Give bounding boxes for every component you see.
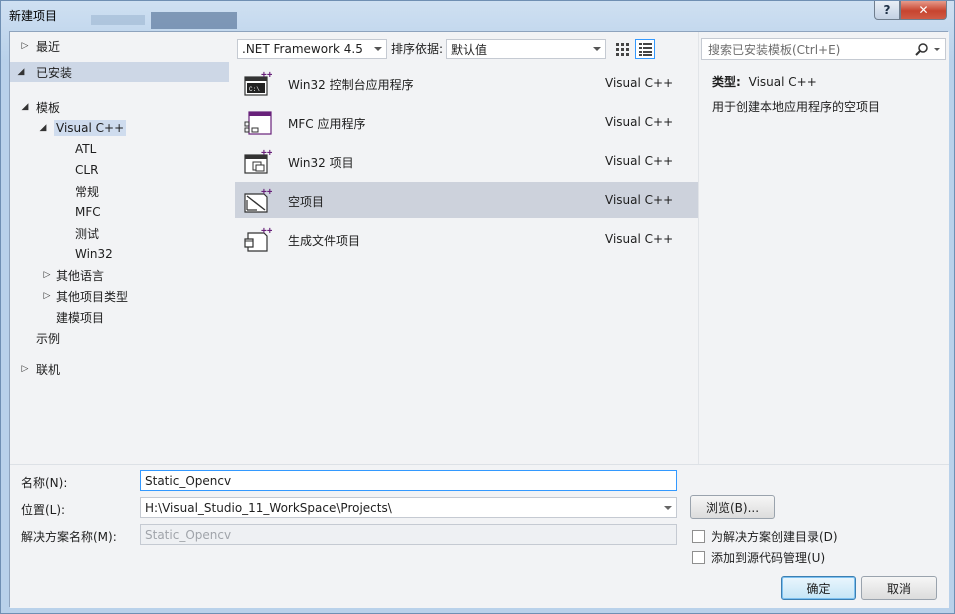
dialog-client: ▷ 最近 ◢ 已安装 ◢ 模板 ◢ Visual C++ ATL CLR 常规 … xyxy=(9,31,949,608)
tree-item-recent[interactable]: ▷ 最近 xyxy=(18,36,60,56)
name-label: 名称(N): xyxy=(21,476,68,490)
small-icons-view-button[interactable] xyxy=(612,39,632,59)
template-description: 用于创建本地应用程序的空项目 xyxy=(712,100,881,114)
win32-project-icon: ++ xyxy=(244,148,272,174)
ok-button[interactable]: 确定 xyxy=(781,576,856,600)
template-item-mfc[interactable]: MFC 应用程序 Visual C++ xyxy=(235,104,698,140)
list-view-icon xyxy=(639,43,652,56)
close-button[interactable]: ✕ xyxy=(900,1,947,20)
tree-item-test[interactable]: 测试 xyxy=(75,223,99,243)
grid-view-icon xyxy=(616,43,629,56)
mfc-app-icon xyxy=(244,111,272,135)
template-type: 类型: Visual C++ xyxy=(712,75,817,89)
collapse-arrow-icon[interactable]: ◢ xyxy=(18,102,32,112)
location-label: 位置(L): xyxy=(21,503,66,517)
svg-text:++: ++ xyxy=(261,148,272,159)
tree-item-samples[interactable]: 示例 xyxy=(36,328,60,348)
tree-item-online[interactable]: ▷ 联机 xyxy=(18,359,60,379)
tree-item-other-project-types[interactable]: ▷ 其他项目类型 xyxy=(40,286,128,306)
project-name-input[interactable]: Static_Opencv xyxy=(140,470,677,491)
tree-item-atl[interactable]: ATL xyxy=(75,139,96,159)
tree-item-win32[interactable]: Win32 xyxy=(75,244,113,264)
close-icon: ✕ xyxy=(918,3,929,17)
tree-item-clr[interactable]: CLR xyxy=(75,160,98,180)
tree-item-modeling-projects[interactable]: 建模项目 xyxy=(56,307,104,327)
framework-select[interactable]: .NET Framework 4.5 xyxy=(237,39,387,59)
sort-select[interactable]: 默认值 xyxy=(446,39,606,59)
title-bar[interactable]: 新建项目 ? ✕ xyxy=(1,1,954,31)
makefile-project-icon: ++ xyxy=(244,226,272,252)
template-item-win32[interactable]: ++ Win32 项目 Visual C++ xyxy=(235,143,698,179)
title-background xyxy=(91,15,145,25)
template-details-pane: 搜索已安装模板(Ctrl+E) 类型: Visual C++ 用于创建本地应用程… xyxy=(698,32,949,464)
template-list: C:\ ++ Win32 控制台应用程序 Visual C++ MFC 应用程序… xyxy=(235,65,698,465)
console-app-icon: C:\ ++ xyxy=(244,70,272,96)
tree-item-general[interactable]: 常规 xyxy=(75,181,99,201)
title-background-tab xyxy=(151,12,237,29)
solution-name-label: 解决方案名称(M): xyxy=(21,530,117,544)
chevron-down-icon[interactable] xyxy=(934,48,940,51)
tree-item-mfc[interactable]: MFC xyxy=(75,202,101,222)
help-button[interactable]: ? xyxy=(874,1,900,20)
browse-button[interactable]: 浏览(B)... xyxy=(690,495,775,519)
chevron-down-icon xyxy=(593,47,601,51)
expand-arrow-icon[interactable]: ▷ xyxy=(40,270,54,280)
checkbox-box[interactable] xyxy=(692,530,705,543)
list-toolbar: .NET Framework 4.5 排序依据: 默认值 xyxy=(235,32,698,62)
search-input[interactable]: 搜索已安装模板(Ctrl+E) xyxy=(701,38,946,60)
tree-item-visual-cpp[interactable]: ◢ Visual C++ xyxy=(36,118,127,138)
chevron-down-icon[interactable] xyxy=(664,506,672,510)
empty-project-icon: ++ xyxy=(244,187,272,213)
checkbox-box[interactable] xyxy=(692,551,705,564)
new-project-dialog: 新建项目 ? ✕ ▷ 最近 ◢ 已安装 ◢ 模板 ◢ Visual C++ AT… xyxy=(0,0,955,614)
template-item-makefile[interactable]: ++ 生成文件项目 Visual C++ xyxy=(235,221,698,257)
tree-item-installed[interactable]: ◢ 已安装 xyxy=(10,62,229,82)
template-list-pane: .NET Framework 4.5 排序依据: 默认值 C:\ ++ Win3… xyxy=(235,32,698,465)
tree-item-templates[interactable]: ◢ 模板 xyxy=(18,97,60,117)
sort-label: 排序依据: xyxy=(391,42,444,56)
window-title: 新建项目 xyxy=(9,9,58,23)
expand-arrow-icon[interactable]: ▷ xyxy=(40,291,54,301)
details-view-button[interactable] xyxy=(635,39,655,59)
template-tree: ▷ 最近 ◢ 已安装 ◢ 模板 ◢ Visual C++ ATL CLR 常规 … xyxy=(10,32,233,464)
svg-text:C:\: C:\ xyxy=(249,86,260,93)
collapse-arrow-icon[interactable]: ◢ xyxy=(14,67,28,77)
solution-name-input[interactable]: Static_Opencv xyxy=(140,524,677,545)
location-input[interactable]: H:\Visual_Studio_11_WorkSpace\Projects\ xyxy=(140,497,677,518)
expand-arrow-icon[interactable]: ▷ xyxy=(18,364,32,374)
svg-text:++: ++ xyxy=(261,70,272,81)
collapse-arrow-icon[interactable]: ◢ xyxy=(36,123,50,133)
template-item-console[interactable]: C:\ ++ Win32 控制台应用程序 Visual C++ xyxy=(235,65,698,101)
tree-item-other-languages[interactable]: ▷ 其他语言 xyxy=(40,265,104,285)
cancel-button[interactable]: 取消 xyxy=(861,576,937,600)
expand-arrow-icon[interactable]: ▷ xyxy=(18,41,32,51)
search-icon[interactable] xyxy=(915,42,929,56)
chevron-down-icon xyxy=(374,47,382,51)
project-form: 名称(N): Static_Opencv 位置(L): H:\Visual_St… xyxy=(10,464,949,608)
add-source-control-checkbox[interactable]: 添加到源代码管理(U) xyxy=(692,549,825,566)
svg-text:++: ++ xyxy=(261,187,272,198)
template-item-empty[interactable]: ++ 空项目 Visual C++ xyxy=(235,182,698,218)
create-directory-checkbox[interactable]: 为解决方案创建目录(D) xyxy=(692,528,838,545)
svg-text:++: ++ xyxy=(261,226,272,237)
